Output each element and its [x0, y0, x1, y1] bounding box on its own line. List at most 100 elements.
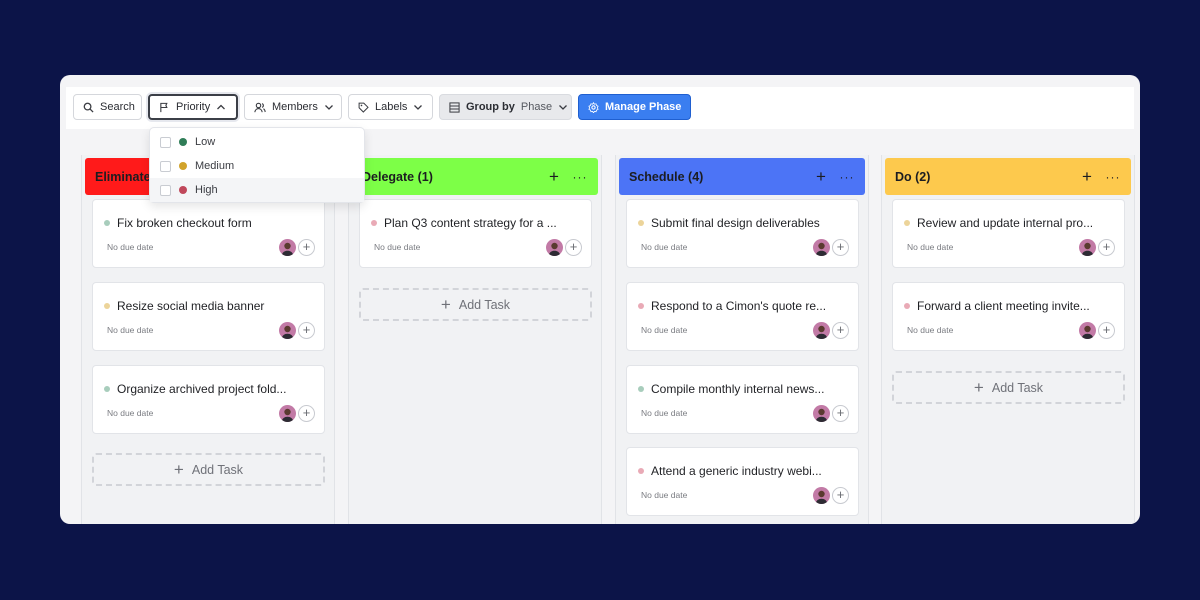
avatar[interactable] [1079, 239, 1096, 256]
add-task-icon[interactable]: + [811, 167, 831, 187]
chevron-down-icon [324, 105, 333, 110]
add-task-button[interactable]: + Add Task [359, 288, 592, 321]
task-card[interactable]: Forward a client meeting invite... No du… [892, 282, 1125, 351]
task-card[interactable]: Review and update internal pro... No due… [892, 199, 1125, 268]
checkbox[interactable] [160, 184, 171, 196]
column-do: Do (2) + ··· Review and update internal … [881, 155, 1135, 524]
avatar[interactable] [279, 322, 296, 339]
more-options-icon[interactable]: ··· [1103, 170, 1123, 184]
task-due-date: No due date [107, 325, 154, 335]
task-due-date: No due date [641, 325, 688, 335]
add-task-button[interactable]: + Add Task [892, 371, 1125, 404]
group-by-button[interactable]: Group by Phase [439, 94, 572, 120]
avatar[interactable] [813, 322, 830, 339]
group-by-value: Phase [520, 101, 553, 113]
task-card[interactable]: Organize archived project fold... No due… [92, 365, 325, 434]
chevron-up-icon [217, 104, 226, 110]
chevron-down-icon [559, 105, 568, 110]
add-member-button[interactable]: + [565, 239, 582, 256]
add-member-button[interactable]: + [832, 322, 849, 339]
task-due-date: No due date [107, 242, 154, 252]
task-title-row: Organize archived project fold... [104, 382, 318, 396]
avatar[interactable] [813, 239, 830, 256]
tag-icon [358, 102, 369, 113]
priority-option-high[interactable]: High [150, 178, 364, 202]
column-title: Delegate (1) [362, 169, 433, 184]
task-due-date: No due date [107, 408, 154, 418]
add-member-button[interactable]: + [298, 239, 315, 256]
column-delegate: Delegate (1) + ··· Plan Q3 content strat… [348, 155, 602, 524]
members-label: Members [272, 101, 318, 113]
add-task-label: Add Task [191, 462, 244, 477]
add-task-label: Add Task [458, 297, 511, 312]
add-member-button[interactable]: + [1098, 239, 1115, 256]
task-due-date: No due date [641, 408, 688, 418]
avatar[interactable] [546, 239, 563, 256]
task-card[interactable]: Plan Q3 content strategy for a ... No du… [359, 199, 592, 268]
gear-icon [588, 101, 599, 113]
task-card[interactable]: Fix broken checkout form No due date + [92, 199, 325, 268]
task-title: Resize social media banner [117, 299, 265, 313]
avatar[interactable] [1079, 322, 1096, 339]
avatar[interactable] [813, 487, 830, 504]
add-member-button[interactable]: + [832, 239, 849, 256]
avatar[interactable] [279, 405, 296, 422]
task-title: Compile monthly internal news... [651, 382, 825, 396]
priority-label: Priority [176, 101, 211, 113]
more-options-icon[interactable]: ··· [570, 170, 590, 184]
labels-label: Labels [375, 101, 408, 113]
add-member-button[interactable]: + [1098, 322, 1115, 339]
task-card[interactable]: Resize social media banner No due date + [92, 282, 325, 351]
task-card[interactable]: Compile monthly internal news... No due … [626, 365, 859, 434]
priority-dot [638, 303, 644, 309]
avatar[interactable] [813, 405, 830, 422]
priority-option-medium[interactable]: Medium [150, 154, 364, 178]
board-window: Search Priority Members Labels Group by … [60, 75, 1140, 524]
add-member-button[interactable]: + [298, 405, 315, 422]
task-title-row: Submit final design deliverables [638, 216, 852, 230]
column-title: Do (2) [895, 169, 931, 184]
task-title: Review and update internal pro... [917, 216, 1094, 230]
task-title-row: Attend a generic industry webi... [638, 464, 852, 478]
task-due-date: No due date [641, 490, 688, 500]
task-card[interactable]: Submit final design deliverables No due … [626, 199, 859, 268]
priority-filter-button[interactable]: Priority [148, 94, 238, 120]
members-icon [254, 102, 266, 112]
task-title: Respond to a Cimon's quote re... [651, 299, 827, 313]
more-options-icon[interactable]: ··· [837, 170, 857, 184]
add-task-label: Add Task [991, 380, 1044, 395]
avatar[interactable] [279, 239, 296, 256]
task-due-date: No due date [374, 242, 421, 252]
plus-icon: + [440, 294, 451, 314]
task-due-date: No due date [641, 242, 688, 252]
task-title-row: Forward a client meeting invite... [904, 299, 1118, 313]
add-member-button[interactable]: + [832, 487, 849, 504]
priority-dot [638, 468, 644, 474]
search-button[interactable]: Search [73, 94, 142, 120]
checkbox[interactable] [160, 160, 171, 172]
priority-dot [904, 220, 910, 226]
column-header: Schedule (4) + ··· [619, 158, 865, 195]
priority-option-label: High [195, 184, 218, 196]
members-filter-button[interactable]: Members [244, 94, 342, 120]
task-title: Attend a generic industry webi... [651, 464, 822, 478]
priority-option-low[interactable]: Low [150, 130, 364, 154]
task-due-date: No due date [907, 242, 954, 252]
add-member-button[interactable]: + [832, 405, 849, 422]
labels-filter-button[interactable]: Labels [348, 94, 433, 120]
add-task-button[interactable]: + Add Task [92, 453, 325, 486]
priority-dot [371, 220, 377, 226]
task-card[interactable]: Respond to a Cimon's quote re... No due … [626, 282, 859, 351]
task-title: Submit final design deliverables [651, 216, 820, 230]
add-member-button[interactable]: + [298, 322, 315, 339]
task-title-row: Review and update internal pro... [904, 216, 1118, 230]
plus-icon: + [173, 459, 184, 479]
add-task-icon[interactable]: + [1077, 167, 1097, 187]
task-card[interactable]: Attend a generic industry webi... No due… [626, 447, 859, 516]
add-task-icon[interactable]: + [544, 167, 564, 187]
manage-phase-button[interactable]: Manage Phase [578, 94, 691, 120]
toolbar: Search Priority Members Labels Group by … [66, 87, 1134, 129]
flag-icon [160, 102, 168, 112]
checkbox[interactable] [160, 136, 171, 148]
group-icon [449, 101, 460, 113]
